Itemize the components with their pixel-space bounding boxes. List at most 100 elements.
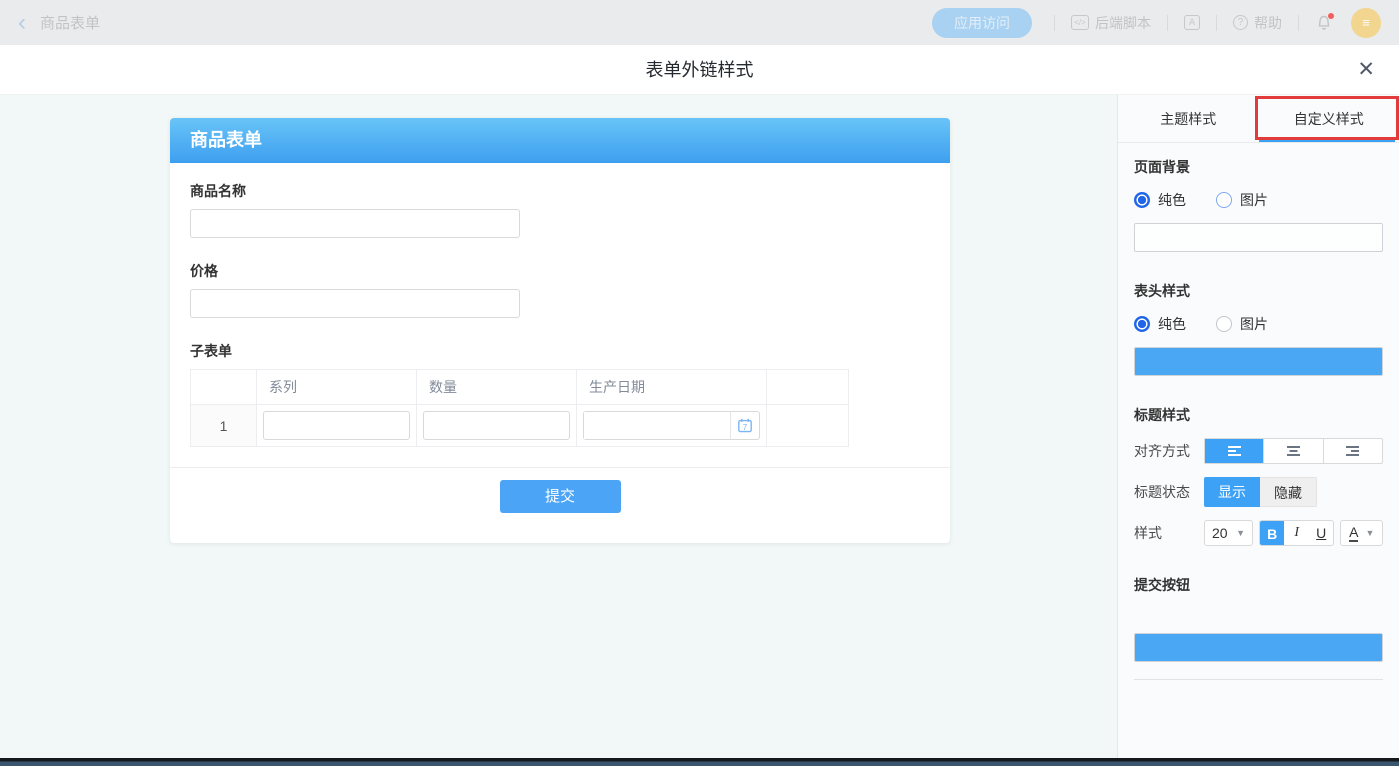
subform-empty-cell <box>767 405 849 447</box>
subform-label: 子表单 <box>190 341 930 361</box>
radio-unchecked-icon <box>1216 316 1232 332</box>
section-title: 提交按钮 <box>1134 575 1383 595</box>
title-state-group: 显示 隐藏 <box>1204 477 1317 507</box>
radio-image[interactable]: 图片 <box>1216 314 1268 334</box>
production-date-input[interactable] <box>584 412 730 439</box>
section-page-background: 页面背景 纯色 图片 <box>1134 157 1383 252</box>
backend-script-label: 后端脚本 <box>1095 13 1151 33</box>
subform-col-extra <box>767 370 849 405</box>
submit-color-swatch[interactable] <box>1134 633 1383 662</box>
radio-solid-color[interactable]: 纯色 <box>1134 190 1186 210</box>
align-row: 对齐方式 <box>1134 438 1383 464</box>
radio-unchecked-icon <box>1216 192 1232 208</box>
quantity-input[interactable] <box>423 411 570 440</box>
close-icon[interactable]: ✕ <box>1357 57 1375 82</box>
page-background-color-swatch[interactable] <box>1134 223 1383 252</box>
tab-theme-style[interactable]: 主题样式 <box>1118 95 1259 142</box>
calendar-picker-button[interactable]: 7 <box>730 412 759 439</box>
section-header-style: 表头样式 纯色 图片 <box>1134 281 1383 376</box>
form-preview-area: 商品表单 商品名称 价格 子表单 <box>0 95 1117 758</box>
form-link-style-dialog: 表单外链样式 ✕ 商品表单 商品名称 价格 子表单 <box>0 45 1399 758</box>
subform-col-date: 生产日期 <box>577 370 767 405</box>
title-state-label: 标题状态 <box>1134 482 1204 502</box>
active-tab-indicator <box>1259 139 1396 142</box>
title-show-button[interactable]: 显示 <box>1204 477 1260 507</box>
help-button[interactable]: ? 帮助 <box>1233 13 1282 33</box>
tab-custom-style[interactable]: 自定义样式 <box>1259 95 1399 142</box>
date-input-group: 7 <box>583 411 760 440</box>
app-title: 商品表单 <box>40 12 100 33</box>
window-bottom-edge <box>0 758 1399 766</box>
profile-card-button[interactable]: A <box>1184 15 1200 30</box>
subform-col-index <box>191 370 257 405</box>
section-title: 表头样式 <box>1134 281 1383 301</box>
style-settings-content: 页面背景 纯色 图片 表头样式 <box>1118 143 1399 680</box>
subform-col-series: 系列 <box>257 370 417 405</box>
style-settings-sidebar: 主题样式 自定义样式 页面背景 纯色 图片 <box>1117 95 1399 758</box>
dialog-title: 表单外链样式 <box>0 45 1399 95</box>
calendar-icon: 7 <box>737 418 753 433</box>
field-group-price: 价格 <box>190 261 930 318</box>
field-label: 价格 <box>190 261 930 281</box>
radio-label: 纯色 <box>1158 314 1186 334</box>
align-button-group <box>1204 438 1383 464</box>
subform-col-quantity: 数量 <box>417 370 577 405</box>
align-center-button[interactable] <box>1263 439 1322 463</box>
row-number: 1 <box>191 405 257 447</box>
form-footer: 提交 <box>170 467 950 513</box>
form-body: 商品名称 价格 子表单 <box>170 163 950 447</box>
header-style-mode: 纯色 图片 <box>1134 314 1383 334</box>
title-hide-button[interactable]: 隐藏 <box>1260 477 1317 507</box>
field-group-subform: 子表单 系列 数量 生产日期 <box>190 341 930 447</box>
form-card: 商品表单 商品名称 价格 子表单 <box>170 118 950 543</box>
topbar-divider <box>1298 15 1299 31</box>
topbar-divider <box>1216 15 1217 31</box>
product-name-input[interactable] <box>190 209 520 238</box>
price-input[interactable] <box>190 289 520 318</box>
tab-custom-style-label: 自定义样式 <box>1294 111 1364 127</box>
page-background-mode: 纯色 图片 <box>1134 190 1383 210</box>
align-right-button[interactable] <box>1323 439 1382 463</box>
font-size-value: 20 <box>1212 525 1228 541</box>
font-size-select[interactable]: 20 ▼ <box>1204 520 1253 546</box>
italic-button[interactable]: I <box>1284 521 1309 545</box>
section-submit-button: 提交按钮 <box>1134 575 1383 680</box>
dialog-header: 表单外链样式 ✕ <box>0 45 1399 95</box>
code-icon: </> <box>1071 15 1089 30</box>
svg-text:7: 7 <box>743 423 748 432</box>
header-color-swatch[interactable] <box>1134 347 1383 376</box>
notification-bell-button[interactable] <box>1315 14 1333 32</box>
bold-button[interactable]: B <box>1260 521 1285 545</box>
field-label: 商品名称 <box>190 181 930 201</box>
backend-script-button[interactable]: </> 后端脚本 <box>1071 13 1151 33</box>
topbar-divider <box>1054 15 1055 31</box>
help-label: 帮助 <box>1254 13 1282 33</box>
font-style-label: 样式 <box>1134 523 1204 543</box>
profile-card-icon: A <box>1184 15 1200 30</box>
radio-label: 图片 <box>1240 190 1268 210</box>
topbar: ‹ 商品表单 应用访问 </> 后端脚本 A ? 帮助 ≡ <box>0 0 1399 45</box>
notification-dot <box>1328 13 1334 19</box>
radio-label: 图片 <box>1240 314 1268 334</box>
font-color-icon: A <box>1349 525 1358 542</box>
subform-header-row: 系列 数量 生产日期 <box>191 370 849 405</box>
form-header: 商品表单 <box>170 118 950 163</box>
align-left-button[interactable] <box>1205 439 1263 463</box>
radio-checked-icon <box>1134 316 1150 332</box>
section-title-style: 标题样式 对齐方式 <box>1134 405 1383 546</box>
section-divider <box>1134 679 1383 680</box>
subform-table: 系列 数量 生产日期 1 <box>190 369 849 447</box>
chevron-down-icon: ▼ <box>1365 528 1374 538</box>
underline-button[interactable]: U <box>1309 521 1334 545</box>
font-color-select[interactable]: A ▼ <box>1340 520 1383 546</box>
submit-button[interactable]: 提交 <box>500 480 621 513</box>
align-center-icon <box>1286 445 1301 457</box>
font-style-row: 样式 20 ▼ B I U A ▼ <box>1134 520 1383 546</box>
radio-image[interactable]: 图片 <box>1216 190 1268 210</box>
radio-solid-color[interactable]: 纯色 <box>1134 314 1186 334</box>
series-input[interactable] <box>263 411 410 440</box>
avatar[interactable]: ≡ <box>1351 8 1381 38</box>
back-icon[interactable]: ‹ <box>18 0 26 45</box>
align-right-icon <box>1345 445 1360 457</box>
app-access-button[interactable]: 应用访问 <box>932 8 1032 38</box>
